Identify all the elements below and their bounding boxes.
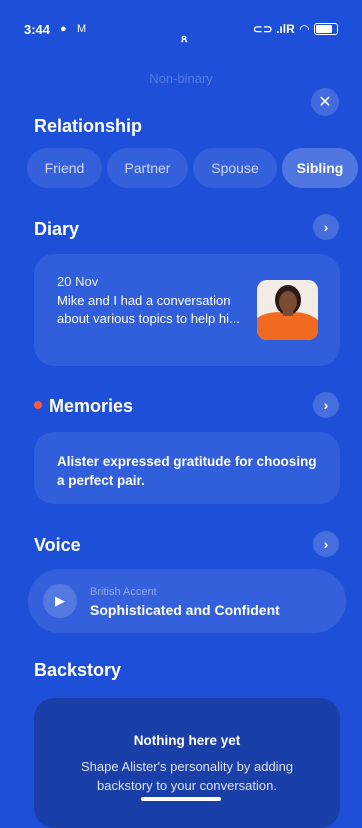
diary-preview-line-2: about various topics to help hi... [57, 311, 240, 326]
play-icon: ▶ [55, 593, 65, 608]
memory-line-1: Alister expressed gratitude for choosing [57, 454, 317, 469]
diary-preview-line-1: Mike and I had a conversation [57, 293, 231, 308]
chevron-right-icon: › [323, 536, 329, 552]
chevron-right-icon: › [323, 397, 329, 413]
relationship-heading: Relationship [34, 116, 143, 136]
diary-open-button[interactable]: › [313, 214, 339, 240]
diary-date: 20 Nov [57, 274, 99, 289]
backstory-empty-line-2: backstory to your conversation. [97, 778, 277, 793]
voice-name: Sophisticated and Confident [90, 602, 280, 618]
backstory-empty-line-1: Shape Alister's personality by adding [80, 759, 294, 774]
memories-heading: Memories [49, 396, 134, 416]
status-time: 3:44 [24, 22, 51, 37]
alarm-icon: ● [60, 23, 67, 35]
home-indicator[interactable] [141, 797, 221, 801]
diary-heading: Diary [34, 219, 80, 239]
app-indicator-icon: ጸ [181, 33, 188, 45]
gmail-icon: M [77, 23, 87, 35]
voice-accent: British Accent [90, 586, 157, 598]
backstory-empty-description: Shape Alister's personality by adding ba… [64, 757, 310, 795]
status-bar: 3:44 ● M ጸ ⊂⊃ .ılR ◠ [0, 0, 362, 45]
play-button[interactable]: ▶ [43, 584, 77, 618]
status-right-icons: ⊂⊃ .ılR ◠ [253, 22, 338, 36]
diary-thumbnail [257, 280, 318, 340]
close-button[interactable]: ✕ [311, 88, 339, 116]
wifi-icon: ◠ [299, 22, 309, 36]
close-icon: ✕ [318, 94, 332, 111]
memory-line-2: a perfect pair. [57, 473, 145, 488]
relationship-option-friend[interactable]: Friend [27, 148, 102, 188]
voice-heading: Voice [34, 535, 81, 555]
chevron-right-icon: › [323, 219, 329, 235]
backstory-empty-title: Nothing here yet [133, 733, 241, 748]
relationship-option-sibling[interactable]: Sibling [282, 148, 358, 188]
gender-value: Non-binary [149, 71, 213, 86]
relationship-option-spouse[interactable]: Spouse [193, 148, 277, 188]
memories-unread-dot [34, 401, 42, 409]
relationship-option-partner[interactable]: Partner [107, 148, 188, 188]
signal-icon: ⊂⊃ .ılR [252, 22, 295, 36]
memories-open-button[interactable]: › [313, 392, 339, 418]
backstory-heading: Backstory [34, 660, 122, 680]
voice-open-button[interactable]: › [313, 531, 339, 557]
battery-icon [314, 23, 338, 35]
